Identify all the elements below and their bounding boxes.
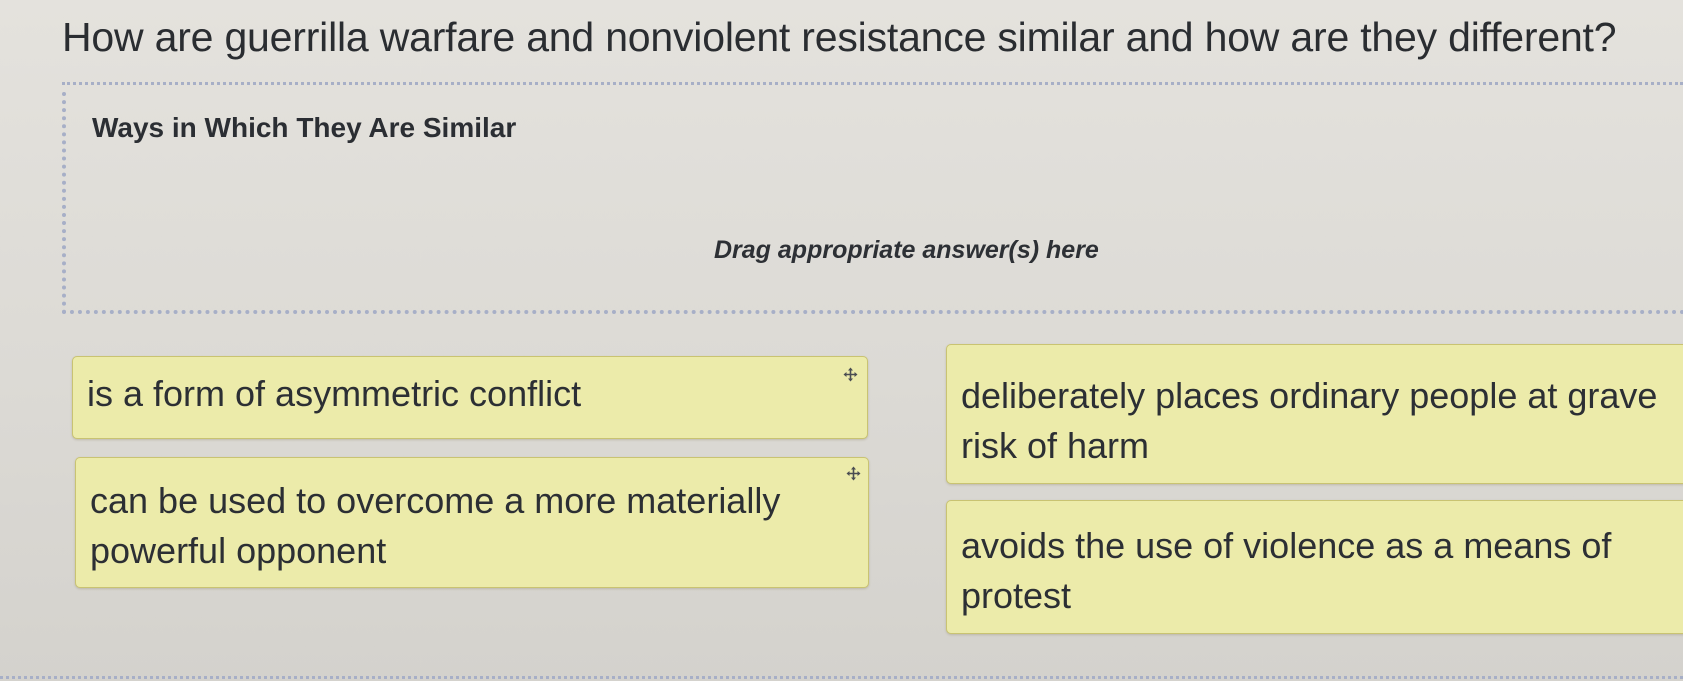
drop-zone-title: Ways in Which They Are Similar — [92, 112, 517, 143]
answer-card-grave-risk[interactable]: deliberately places ordinary people at g… — [946, 344, 1683, 484]
answer-card-label: can be used to overcome a more materiall… — [90, 480, 781, 571]
answer-card-asymmetric-conflict[interactable]: is a form of asymmetric conflict — [72, 356, 868, 439]
question-title: How are guerrilla warfare and nonviolent… — [62, 14, 1617, 60]
answer-card-label: deliberately places ordinary people at g… — [961, 375, 1658, 466]
answer-card-overcome-opponent[interactable]: can be used to overcome a more materiall… — [75, 457, 869, 588]
divider-top — [62, 82, 1683, 85]
answer-card-avoids-violence[interactable]: avoids the use of violence as a means of… — [946, 500, 1683, 634]
move-icon — [846, 466, 861, 481]
move-icon — [843, 367, 858, 382]
answer-card-label: is a form of asymmetric conflict — [87, 373, 582, 414]
similar-drop-zone[interactable]: Ways in Which They Are Similar Drag appr… — [62, 92, 1683, 314]
divider-bottom — [0, 676, 1683, 679]
answer-card-label: avoids the use of violence as a means of… — [961, 525, 1612, 616]
drop-zone-hint: Drag appropriate answer(s) here — [714, 236, 1099, 264]
